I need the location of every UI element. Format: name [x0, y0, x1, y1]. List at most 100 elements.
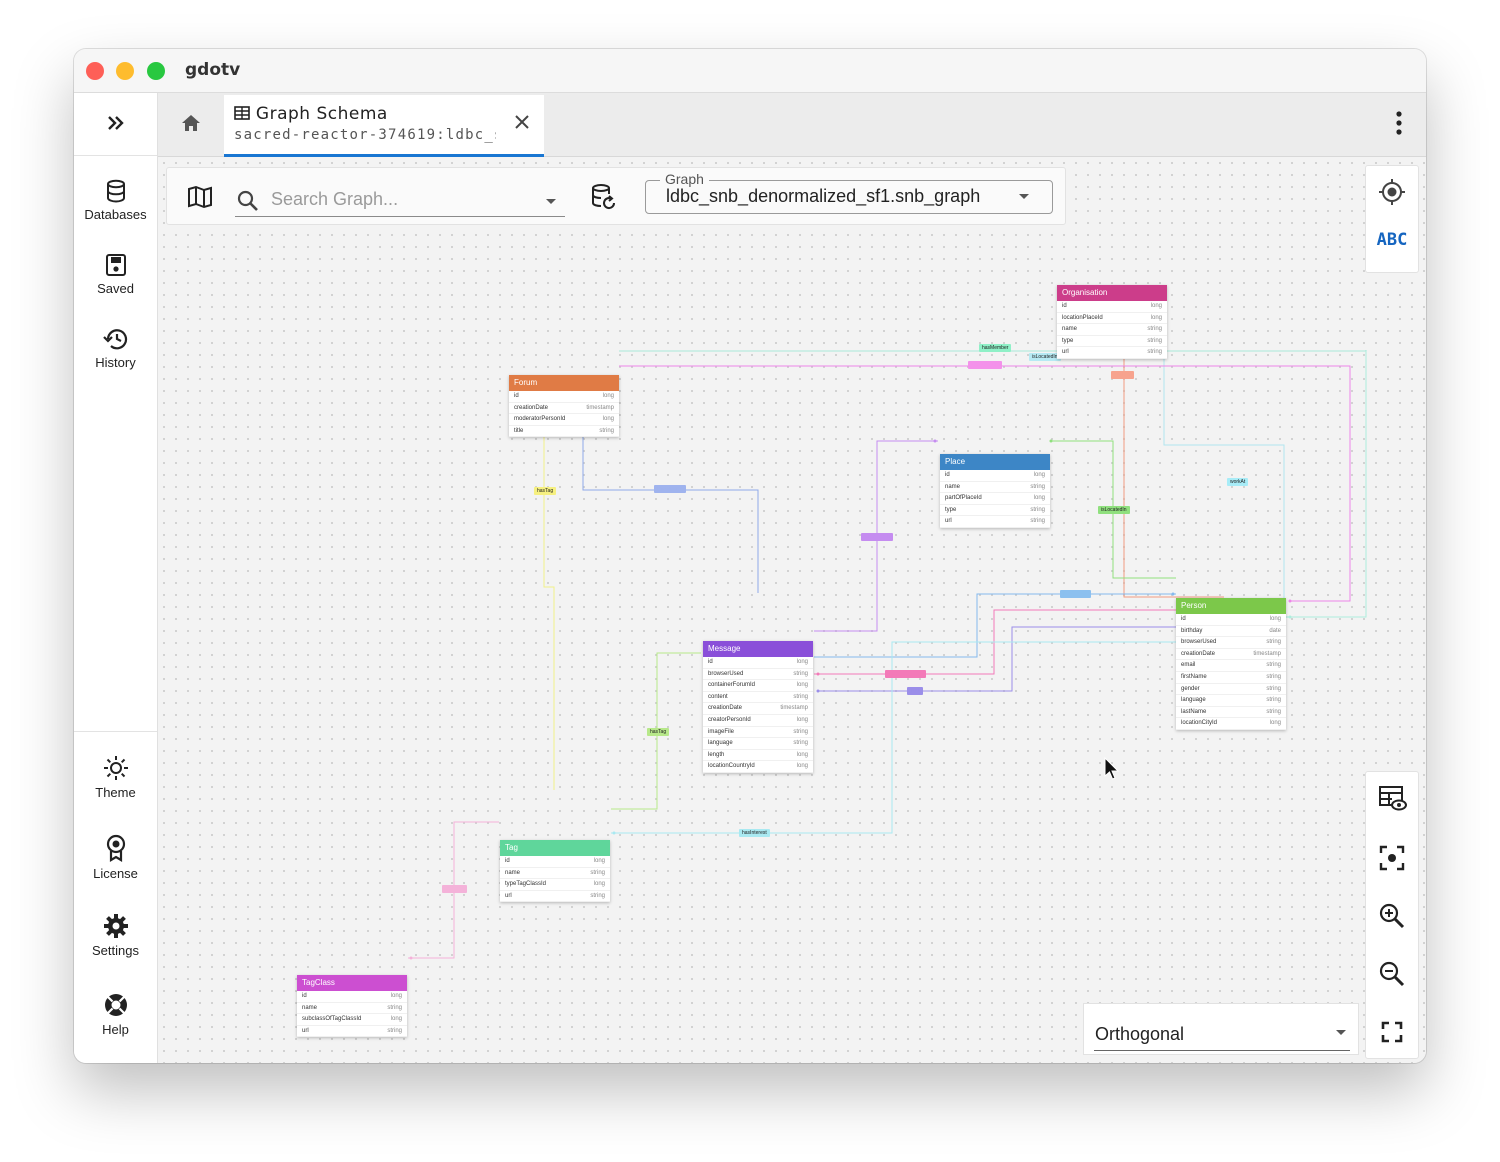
edge-label-hasCreator[interactable]: hasCreator [1060, 590, 1091, 598]
property-name: language [1181, 697, 1206, 704]
zoom-in-icon[interactable] [1378, 902, 1406, 930]
sidebar-item-license[interactable]: License [74, 834, 157, 881]
layout-select[interactable]: Orthogonal [1083, 1003, 1359, 1055]
property-type: timestamp [1253, 650, 1281, 657]
dropdown-arrow-icon[interactable] [545, 198, 557, 205]
save-icon [105, 254, 126, 276]
edge-label-isLocatedIn-org[interactable]: isLocatedIn [1029, 353, 1061, 361]
sidebar-item-history[interactable]: History [74, 327, 157, 370]
edge-label-hasModerator[interactable]: hasModerator [968, 361, 1002, 369]
database-icon [106, 179, 125, 203]
locate-icon[interactable] [1378, 178, 1406, 206]
dropdown-arrow-icon [1019, 194, 1029, 199]
property-type: string [793, 670, 808, 677]
search-input[interactable]: Search Graph... [271, 189, 398, 210]
property-type: long [602, 393, 614, 399]
node-property-row: id long [500, 856, 610, 868]
property-type: string [599, 427, 614, 434]
property-name: gender [1181, 685, 1200, 692]
property-type: long [796, 716, 808, 723]
more-vert-icon[interactable] [1396, 111, 1402, 135]
node-property-row: creationDate timestamp [1176, 649, 1286, 661]
edge-label-studyAt[interactable]: studyAt [1111, 371, 1134, 379]
property-name: creatorPersonId [708, 716, 751, 723]
edge-label-workAt[interactable]: workAt [1227, 478, 1249, 486]
dropdown-arrow-icon [1336, 1030, 1346, 1035]
node-forum[interactable]: Forum id long creationDate timestamp moderat… [509, 375, 619, 438]
node-message[interactable]: Message id long browserUsed string container… [703, 641, 813, 773]
edge-label-hasTag-forum[interactable]: hasTag [534, 487, 557, 495]
node-property-row: url string [500, 891, 610, 903]
fullscreen-icon[interactable] [1378, 1018, 1406, 1046]
sidebar-item-help[interactable]: Help [74, 992, 157, 1037]
sidebar-item-saved[interactable]: Saved [74, 253, 157, 296]
map-icon[interactable] [187, 185, 213, 209]
node-place[interactable]: Place id long name string partOfPlaceId long t… [940, 454, 1050, 528]
graph-select[interactable]: Graph ldbc_snb_denormalized_sf1.snb_grap… [645, 171, 1053, 214]
zoom-out-icon[interactable] [1378, 960, 1406, 988]
property-type: long [796, 763, 808, 770]
home-icon[interactable] [180, 113, 202, 133]
edge-label-hasMember[interactable]: hasMember [979, 344, 1012, 352]
property-type: string [793, 728, 808, 735]
graph-canvas[interactable]: hasMember isLocatedIn hasModerator study… [158, 157, 1426, 1063]
lifebuoy-icon [104, 994, 127, 1016]
node-property-row: creationDate timestamp [509, 403, 619, 415]
database-refresh-icon[interactable] [591, 183, 617, 211]
node-property-row: gender string [1176, 684, 1286, 696]
minimize-window-button[interactable] [116, 62, 134, 80]
tab-title: Graph Schema [234, 104, 388, 124]
sidebar-item-label: Saved [97, 281, 134, 296]
property-name: title [514, 427, 524, 434]
property-name: subclassOfTagClassId [302, 1016, 362, 1023]
property-name: browserUsed [1181, 639, 1217, 646]
close-icon[interactable] [514, 114, 530, 130]
tab-graph-schema[interactable]: Graph Schema sacred-reactor-374619:ldbc_… [224, 95, 544, 157]
property-name: name [505, 869, 521, 876]
brightness-icon [103, 756, 128, 780]
node-tag[interactable]: Tag id long name string typeTagClassId long ur… [500, 840, 610, 903]
property-name: id [1181, 616, 1186, 622]
double-chevron-right-icon[interactable] [107, 115, 125, 131]
node-property-row: partOfPlaceId long [940, 493, 1050, 505]
maximize-window-button[interactable] [147, 62, 165, 80]
sidebar-item-label: Theme [95, 785, 136, 800]
sidebar-item-settings[interactable]: Settings [74, 913, 157, 958]
node-property-row: name string [1057, 324, 1167, 336]
history-icon [102, 329, 127, 350]
gear-icon [103, 914, 128, 938]
search-graph-field[interactable]: Search Graph... [235, 186, 565, 217]
property-type: long [1150, 303, 1162, 309]
node-property-row: birthday date [1176, 626, 1286, 638]
sidebar-item-theme[interactable]: Theme [74, 755, 157, 800]
property-name: url [302, 1027, 309, 1034]
property-type: string [1147, 337, 1162, 344]
node-property-row: title string [509, 426, 619, 438]
property-name: locationCityId [1181, 720, 1218, 727]
sidebar-item-databases[interactable]: Databases [74, 179, 157, 222]
edge-label-hasInterest[interactable]: hasInterest [739, 829, 770, 837]
node-title: Person [1176, 598, 1286, 614]
node-person[interactable]: Person id long birthday date browserUsed stri… [1176, 598, 1286, 730]
edge-label-likes-message[interactable]: likes [885, 670, 926, 678]
table-visibility-icon[interactable] [1378, 784, 1408, 812]
edge-label-containerOf[interactable]: containerOf [654, 485, 686, 493]
edge-label-hasTag-message[interactable]: hasTag [647, 728, 670, 736]
node-property-row: lastName string [1176, 707, 1286, 719]
property-type: string [1266, 697, 1281, 704]
property-type: string [1030, 518, 1045, 525]
edge-label-isLocatedIn-message[interactable]: isLocatedIn [861, 533, 893, 541]
close-window-button[interactable] [86, 62, 104, 80]
toggle-labels-button[interactable]: ABC [1366, 230, 1418, 250]
center-focus-icon[interactable] [1378, 844, 1406, 872]
node-tagclass[interactable]: TagClass id long name string subclassOfTagCl… [297, 975, 407, 1038]
app-title: gdotv [185, 60, 241, 80]
edge-label-hasType[interactable]: hasType [442, 885, 467, 893]
property-type: string [1266, 662, 1281, 669]
node-organisation[interactable]: Organisation id long locationPlaceId long na… [1057, 285, 1167, 359]
edge-label-likes-person[interactable]: likes [907, 687, 924, 695]
edge-label-isLocatedIn-person[interactable]: isLocatedIn [1098, 506, 1130, 514]
property-name: locationCountryId [708, 763, 755, 770]
sidebar-item-label: License [93, 866, 138, 881]
zoom-controls-panel [1365, 771, 1419, 1059]
